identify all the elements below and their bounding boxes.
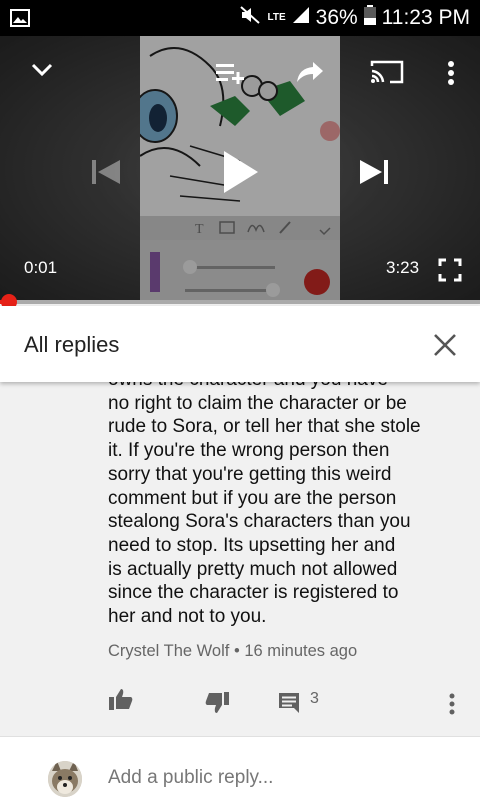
gallery-icon (10, 9, 30, 32)
play-icon[interactable] (214, 146, 266, 198)
comment-line: comment but if you are the person (108, 487, 397, 509)
next-icon[interactable] (354, 152, 394, 192)
comment-line: no right to claim the character or be (108, 392, 407, 414)
comment-line: stealong Sora's characters than you (108, 511, 411, 533)
add-reply-bar (0, 736, 480, 800)
comment-author[interactable]: Crystel The Wolf (108, 642, 229, 660)
meta-separator: • (233, 642, 240, 660)
network-type: LTE (267, 12, 286, 23)
reply-count: 3 (310, 690, 319, 707)
comment-line: it. If you're the wrong person then (108, 440, 390, 462)
like-icon[interactable] (106, 684, 136, 714)
battery-icon (363, 5, 376, 31)
fullscreen-icon[interactable] (434, 254, 466, 286)
video-player[interactable]: T 0:01 3:23 (0, 36, 480, 302)
clock: 11:23 PM (381, 6, 470, 29)
replies-title: All replies (24, 332, 120, 357)
signal-icon (292, 6, 310, 30)
avatar (48, 761, 82, 797)
current-time: 0:01 (24, 258, 58, 277)
previous-icon[interactable] (86, 152, 126, 192)
comment-line: is actually pretty much not allowed (108, 558, 398, 580)
comment-meta: Crystel The Wolf • 16 minutes ago (108, 642, 357, 661)
battery-percent: 36% (315, 6, 358, 29)
mute-icon (239, 5, 261, 31)
comment-line: rude to Sora, or tell her that she stole (108, 416, 421, 438)
share-icon[interactable] (290, 56, 330, 88)
comment-line: owns the character and you have (108, 382, 458, 392)
comment-line: sorry that you're getting this weird (108, 463, 392, 485)
comment-time: 16 minutes ago (244, 642, 358, 660)
reply-input[interactable] (108, 767, 448, 789)
comment-line: her and not to you. (108, 606, 267, 628)
status-bar: LTE 36% 11:23 PM (0, 0, 480, 36)
collapse-icon[interactable] (26, 54, 58, 86)
comment-more-icon[interactable] (440, 688, 464, 720)
progress-bar[interactable] (0, 300, 480, 304)
comment-line: since the character is registered to (108, 582, 399, 604)
add-to-queue-icon[interactable] (210, 56, 250, 88)
more-icon[interactable] (436, 56, 466, 90)
comment-line: need to stop. Its upsetting her and (108, 534, 396, 556)
cast-icon[interactable] (366, 56, 408, 88)
dislike-icon[interactable] (202, 688, 232, 718)
comment-text: owns the character and you haveno right … (108, 382, 458, 629)
close-icon[interactable] (430, 330, 460, 360)
comment-actions: 3 (0, 682, 480, 722)
duration: 3:23 (386, 258, 420, 277)
replies-header: All replies (0, 306, 480, 382)
reply-comment: owns the character and you haveno right … (0, 382, 480, 734)
reply-icon[interactable] (274, 688, 304, 718)
